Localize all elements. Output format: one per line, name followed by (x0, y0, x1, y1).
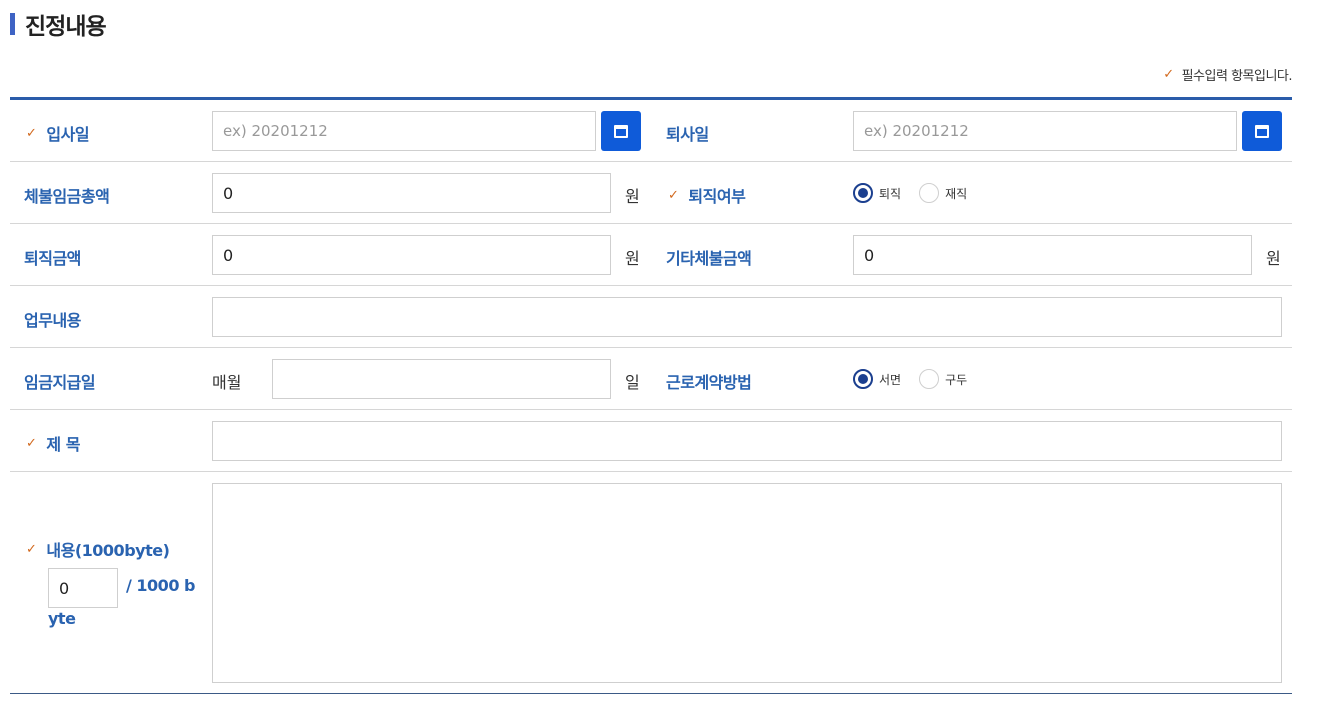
row-subject: ✓ 제 목 (10, 410, 1292, 472)
required-note: ✓ 필수입력 항목입니다. (1163, 65, 1292, 84)
join-date-input[interactable]: ex) 20201212 (212, 111, 596, 151)
calendar-icon (1255, 124, 1269, 138)
other-unpaid-input[interactable]: 0 (853, 235, 1252, 275)
job-desc-label: 업무내용 (24, 311, 81, 330)
row-content: ✓ 내용(1000byte) 0 / 1000 b yte (10, 472, 1292, 693)
pay-day-unit: 일 (625, 373, 640, 392)
verbal-option-label: 구두 (945, 372, 968, 387)
section-header: 진정내용 (10, 8, 107, 40)
retired-label: ✓ 퇴직여부 (668, 187, 746, 206)
subject-label: ✓ 제 목 (26, 435, 80, 454)
retired-radio-employed[interactable] (919, 183, 940, 203)
row-pay-day: 임금지급일 매월 일 근로계약방법 서면 구두 (10, 348, 1292, 410)
employed-option-label: 재직 (945, 186, 968, 201)
contract-method-label: 근로계약방법 (666, 373, 752, 392)
severance-unit: 원 (625, 249, 640, 268)
unpaid-total-input[interactable]: 0 (212, 173, 611, 213)
row-unpaid-retired: 체불임금총액 0 원 ✓ 퇴직여부 퇴직 재직 (10, 162, 1292, 224)
pay-day-prefix: 매월 (212, 373, 242, 392)
check-icon: ✓ (1163, 67, 1174, 82)
check-icon: ✓ (26, 125, 37, 141)
job-desc-input[interactable] (212, 297, 1282, 337)
section-title: 진정내용 (25, 14, 107, 40)
check-icon: ✓ (668, 187, 679, 203)
contract-radio-written[interactable] (853, 369, 873, 389)
written-option-label: 서면 (879, 372, 902, 387)
retired-option-label: 퇴직 (879, 186, 902, 201)
subject-input[interactable] (212, 421, 1282, 461)
contract-method-radio-group: 서면 구두 (853, 369, 985, 389)
row-job-desc: 업무내용 (10, 286, 1292, 348)
severance-input[interactable]: 0 (212, 235, 611, 275)
required-note-text: 필수입력 항목입니다. (1181, 69, 1293, 84)
pay-day-label: 임금지급일 (24, 373, 96, 392)
byte-count-input: 0 (48, 568, 118, 608)
content-label: ✓ 내용(1000byte) (26, 541, 170, 560)
severance-label: 퇴직금액 (24, 249, 81, 268)
join-date-label: ✓ 입사일 (26, 125, 90, 144)
pay-day-input[interactable] (272, 359, 611, 399)
row-severance: 퇴직금액 0 원 기타체불금액 0 원 (10, 224, 1292, 286)
check-icon: ✓ (26, 541, 37, 557)
content-textarea[interactable] (212, 483, 1282, 683)
row-dates: ✓ 입사일 ex) 20201212 퇴사일 ex) 20201212 (10, 100, 1292, 162)
unpaid-total-label: 체불임금총액 (24, 187, 110, 206)
join-date-calendar-button[interactable] (601, 111, 641, 151)
leave-date-input[interactable]: ex) 20201212 (853, 111, 1237, 151)
byte-limit-text: / 1000 b (126, 576, 195, 595)
calendar-icon (614, 124, 628, 138)
other-unpaid-unit: 원 (1266, 249, 1281, 268)
unpaid-total-unit: 원 (625, 187, 640, 206)
retired-radio-retired[interactable] (853, 183, 873, 203)
complaint-form: ✓ 입사일 ex) 20201212 퇴사일 ex) 20201212 체불임금… (10, 97, 1292, 694)
check-icon: ✓ (26, 435, 37, 451)
contract-radio-verbal[interactable] (919, 369, 940, 389)
other-unpaid-label: 기타체불금액 (666, 249, 752, 268)
byte-limit-text-wrap: yte (48, 609, 76, 628)
leave-date-calendar-button[interactable] (1242, 111, 1282, 151)
leave-date-label: 퇴사일 (666, 125, 709, 144)
retired-radio-group: 퇴직 재직 (853, 183, 985, 203)
section-bar (10, 13, 15, 35)
